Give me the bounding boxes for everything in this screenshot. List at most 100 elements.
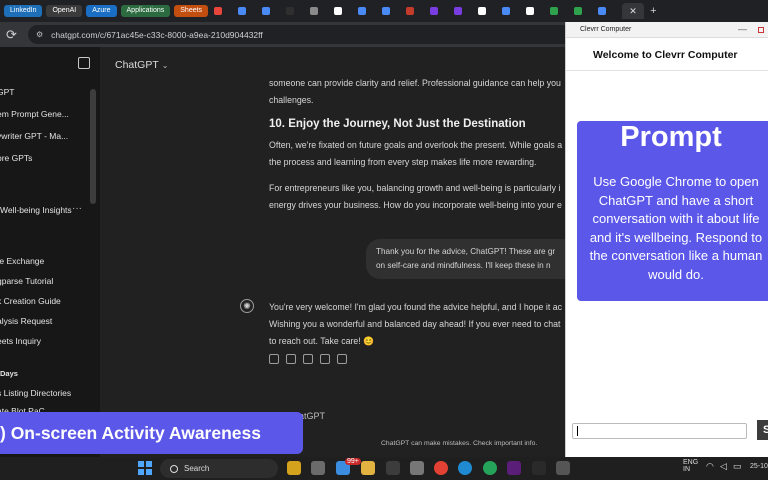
favicon-icon — [574, 7, 583, 15]
sidebar-chat[interactable]: gparse Tutorial — [0, 276, 53, 286]
minimize-icon[interactable]: — — [738, 24, 747, 34]
tab-favicon-icon[interactable] — [476, 4, 492, 18]
tab-favicon-icon[interactable] — [428, 4, 444, 18]
language-indicator[interactable]: ENG IN — [683, 459, 698, 473]
prompt-text: Use Google Chrome to open ChatGPT and ha… — [589, 174, 763, 282]
favicon-icon — [238, 7, 247, 15]
tab-favicon-icon[interactable] — [260, 4, 276, 18]
more-options-icon[interactable]: ··· — [72, 203, 82, 214]
sidebar-chat[interactable]: s Listing Directories — [0, 388, 71, 398]
message-text: challenges. — [269, 95, 314, 105]
regenerate-icon[interactable] — [337, 354, 347, 364]
tab-favicon-icon[interactable] — [332, 4, 348, 18]
message-text: Often, we're fixated on future goals and… — [269, 140, 563, 150]
app-icon[interactable] — [532, 461, 546, 475]
bookmark-applications[interactable]: Applications — [120, 5, 171, 17]
terminal-icon[interactable] — [386, 461, 400, 475]
text-caret — [577, 426, 578, 436]
tab-favicon-icon[interactable] — [308, 4, 324, 18]
favicon-icon — [310, 7, 319, 15]
windows-start-icon[interactable] — [138, 461, 152, 475]
bookmark-openai[interactable]: OpenAI — [46, 5, 83, 17]
favicon-icon — [214, 7, 223, 15]
sidebar-item-more-gpts[interactable]: ore GPTs — [0, 153, 32, 163]
sidebar-scrollbar[interactable] — [90, 89, 96, 204]
tab-favicon-icon[interactable] — [404, 4, 420, 18]
favicon-icon — [430, 7, 439, 15]
tab-favicon-icon[interactable] — [500, 4, 516, 18]
command-input[interactable] — [572, 423, 747, 439]
sidebar-chat[interactable]: alysis Request — [0, 316, 52, 326]
tab-favicon-icon[interactable] — [548, 4, 564, 18]
tab-favicon-icon[interactable] — [596, 4, 612, 18]
reply-text: Wishing you a wonderful and balanced day… — [269, 319, 561, 329]
tab-favicon-icon[interactable] — [524, 4, 540, 18]
chat-main: ChatGPT ⌄ someone can provide clarity and… — [100, 47, 565, 457]
app-icon[interactable] — [556, 461, 570, 475]
send-button[interactable]: S — [757, 420, 768, 440]
sidebar-section-heading: Days — [0, 369, 18, 378]
tab-favicon-icon[interactable] — [284, 4, 300, 18]
new-chat-icon[interactable] — [78, 57, 90, 69]
edge-icon[interactable] — [458, 461, 472, 475]
tab-active[interactable]: ✕ — [622, 3, 645, 19]
favicon-icon — [334, 7, 343, 15]
sidebar-chat[interactable]: te Exchange — [0, 256, 44, 266]
thumbs-up-icon[interactable] — [303, 354, 313, 364]
sidebar-item-copywriter[interactable]: ywriter GPT - Ma... — [0, 131, 68, 141]
address-bar[interactable]: ⚙ chatgpt.com/c/671ac45e-c33c-8000-a9ea-… — [28, 25, 588, 44]
battery-icon[interactable]: ▭ — [733, 461, 742, 472]
tab-favicon-icon[interactable] — [236, 4, 252, 18]
sidebar-chat[interactable]: k Creation Guide — [0, 296, 61, 306]
welcome-heading: Welcome to Clevrr Computer — [593, 49, 738, 61]
favicon-icon — [406, 7, 415, 15]
heading-text: Enjoy the Journey, Not Just the Destinat… — [288, 118, 526, 130]
favicon-icon — [358, 7, 367, 15]
heading-number: 10. — [269, 118, 285, 130]
site-info-icon[interactable]: ⚙ — [36, 30, 43, 39]
chrome-icon[interactable] — [434, 461, 448, 475]
disclaimer-text: ChatGPT can make mistakes. Check importa… — [381, 440, 538, 447]
thumbs-down-icon[interactable] — [320, 354, 330, 364]
language-line: IN — [683, 466, 690, 473]
model-selector[interactable]: ChatGPT ⌄ — [115, 59, 168, 71]
tab-favicon-icon[interactable] — [356, 4, 372, 18]
tab-favicon-icon[interactable] — [572, 4, 588, 18]
reload-icon[interactable]: ⟳ — [6, 27, 22, 43]
maximize-icon[interactable] — [758, 27, 764, 33]
favicon-icon — [454, 7, 463, 15]
bookmark-sheets[interactable]: Sheets — [174, 5, 209, 17]
new-tab-button[interactable]: + — [650, 5, 656, 17]
sidebar-chat[interactable]: eets Inquiry — [0, 336, 41, 346]
tab-favicon-icon[interactable] — [452, 4, 468, 18]
wifi-icon[interactable]: ◠ — [706, 461, 714, 472]
volume-icon[interactable]: ◁ — [720, 461, 727, 472]
tab-favicon-icon[interactable] — [380, 4, 396, 18]
clock[interactable]: 25-10 — [750, 463, 768, 470]
tab-list — [212, 4, 620, 18]
close-icon[interactable]: ✕ — [629, 6, 637, 17]
tab-favicon-icon[interactable] — [212, 4, 228, 18]
sidebar-item-prompt-generator[interactable]: em Prompt Gene... — [0, 109, 69, 119]
file-explorer-icon[interactable] — [361, 461, 375, 475]
search-label: Search — [184, 464, 210, 473]
sidebar-chat-active[interactable]: Well-being Insights — [0, 205, 72, 215]
bookmark-azure[interactable]: Azure — [86, 5, 117, 17]
read-aloud-icon[interactable] — [269, 354, 279, 364]
url-text: chatgpt.com/c/671ac45e-c33c-8000-a9ea-21… — [51, 29, 263, 40]
sidebar-item-gpt[interactable]: GPT — [0, 87, 14, 97]
premiere-icon[interactable] — [507, 461, 521, 475]
favicon-icon — [262, 7, 271, 15]
bookmark-linkedin[interactable]: LinkedIn — [4, 5, 43, 17]
taskbar-search[interactable]: Search — [160, 459, 278, 478]
copilot-icon[interactable] — [311, 461, 325, 475]
chevron-down-icon: ⌄ — [161, 61, 169, 70]
copy-icon[interactable] — [286, 354, 296, 364]
favicon-icon — [598, 7, 607, 15]
widgets-icon[interactable] — [287, 461, 301, 475]
whatsapp-icon[interactable] — [483, 461, 497, 475]
message-text: energy drives your business. How do you … — [269, 200, 562, 210]
taskbar: Search 99+ ENG IN ◠ ◁ ▭ 25-10 — [0, 457, 768, 480]
app-icon[interactable] — [410, 461, 424, 475]
search-icon — [170, 464, 178, 473]
